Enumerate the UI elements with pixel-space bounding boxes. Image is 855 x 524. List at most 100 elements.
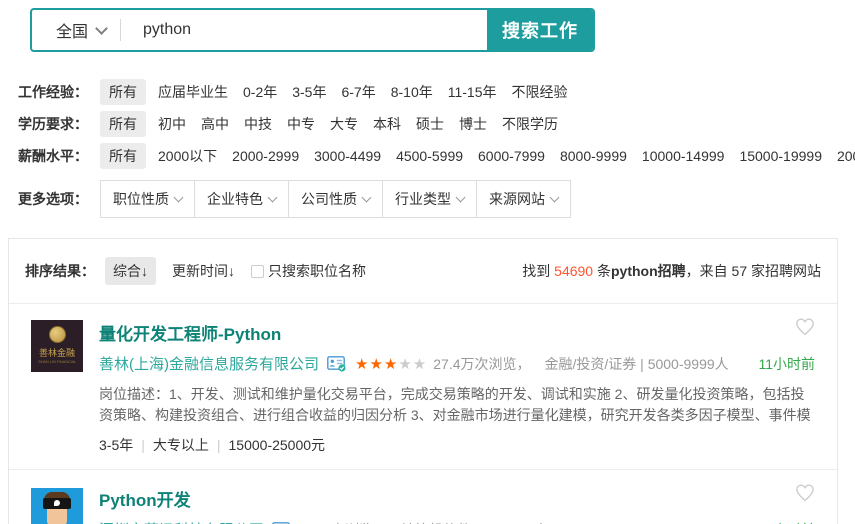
filter-option[interactable]: 不限学历 bbox=[502, 114, 558, 134]
filter-section: 工作经验： 所有 应届毕业生 0-2年 3-5年 6-7年 8-10年 11-1… bbox=[18, 80, 855, 168]
filter-option[interactable]: 本科 bbox=[373, 114, 401, 134]
dropdown-label: 行业类型 bbox=[395, 189, 451, 209]
filter-option[interactable]: 2000-2999 bbox=[232, 148, 299, 164]
filter-option[interactable]: 20000- bbox=[837, 148, 855, 164]
filter-option[interactable]: 硕士 bbox=[416, 114, 444, 134]
filter-option[interactable]: 博士 bbox=[459, 114, 487, 134]
rating-stars: ★★★★★ bbox=[355, 355, 427, 373]
result-summary-text: 找到 bbox=[522, 263, 554, 279]
result-summary: 找到 54690 条python招聘，来自 57 家招聘网站 bbox=[522, 261, 821, 281]
job-main: Python开发 深圳市藤讯科技有限公司 9123次浏览， 计算机软件 | bbox=[99, 486, 815, 524]
filter-option[interactable]: 3-5年 bbox=[292, 82, 326, 102]
chevron-down-icon bbox=[268, 193, 278, 203]
logo-text: 善林金融 bbox=[39, 346, 75, 359]
dropdown-label: 公司性质 bbox=[301, 189, 357, 209]
job-description: 岗位描述：1、开发、测试和维护量化交易平台，完成交易策略的开发、调试和实施 2、… bbox=[99, 384, 815, 426]
filter-option[interactable]: 中专 bbox=[287, 114, 315, 134]
filter-option[interactable]: 应届毕业生 bbox=[158, 82, 228, 102]
job-title-link[interactable]: Python开发 bbox=[99, 486, 191, 511]
coin-icon bbox=[49, 326, 66, 343]
sort-comprehensive-button[interactable]: 综合↓ bbox=[105, 257, 156, 285]
filter-option[interactable]: 6-7年 bbox=[341, 82, 375, 102]
filter-label: 薪酬水平： bbox=[18, 146, 88, 166]
filter-option[interactable]: 15000-19999 bbox=[739, 148, 822, 164]
search-bar: 全国 搜索工作 bbox=[30, 8, 595, 52]
dropdown-company-type[interactable]: 公司性质 bbox=[288, 180, 383, 218]
pipe-divider: | bbox=[217, 437, 221, 453]
filter-option[interactable]: 初中 bbox=[158, 114, 186, 134]
sort-update-time-button[interactable]: 更新时间↓ bbox=[172, 261, 235, 281]
view-count: 27.4万次浏览， bbox=[433, 354, 530, 374]
more-options-row: 更多选项： 职位性质 企业特色 公司性质 行业类型 来源网站 bbox=[18, 180, 855, 218]
filter-option[interactable]: 8-10年 bbox=[391, 82, 433, 102]
search-button[interactable]: 搜索工作 bbox=[487, 10, 593, 50]
location-dropdown[interactable]: 全国 bbox=[32, 10, 120, 50]
posted-time: 11小时前 bbox=[758, 520, 815, 524]
result-count: 54690 bbox=[554, 263, 593, 279]
pipe-divider: | bbox=[141, 437, 145, 453]
dropdown-job-type[interactable]: 职位性质 bbox=[100, 180, 195, 218]
company-info: 金融/投资/证券 | 5000-9999人 bbox=[545, 354, 729, 374]
logo-subtext: SHAN LIN FINANCIAL bbox=[38, 360, 76, 365]
checkbox-label: 只搜索职位名称 bbox=[268, 261, 366, 281]
job-title-link[interactable]: 量化开发工程师-Python bbox=[99, 320, 281, 345]
verified-license-icon bbox=[327, 356, 347, 372]
job-main: 量化开发工程师-Python 善林(上海)金融信息服务有限公司 ★★★★★ bbox=[99, 320, 815, 455]
chevron-down-icon bbox=[174, 193, 184, 203]
company-link[interactable]: 深圳市藤讯科技有限公司 bbox=[99, 519, 264, 524]
dropdown-label: 职位性质 bbox=[113, 189, 169, 209]
filter-option-selected[interactable]: 所有 bbox=[100, 111, 146, 137]
company-logo bbox=[31, 488, 83, 524]
vr-goggles-icon bbox=[43, 498, 71, 509]
dropdown-company-feature[interactable]: 企业特色 bbox=[194, 180, 289, 218]
dropdown-label: 来源网站 bbox=[489, 189, 545, 209]
star-filled-icon: ★★★ bbox=[355, 356, 398, 373]
search-input[interactable] bbox=[121, 10, 487, 50]
company-row: 善林(上海)金融信息服务有限公司 ★★★★★ 27.4万次浏览， 金融/投资/证… bbox=[99, 353, 815, 374]
filter-option[interactable]: 4500-5999 bbox=[396, 148, 463, 164]
company-row: 深圳市藤讯科技有限公司 9123次浏览， 计算机软件 | 100-499人 11… bbox=[99, 519, 815, 524]
favorite-heart-icon[interactable] bbox=[795, 318, 815, 336]
result-keyword: python招聘 bbox=[611, 263, 686, 279]
filter-option[interactable]: 不限经验 bbox=[512, 82, 568, 102]
company-link[interactable]: 善林(上海)金融信息服务有限公司 bbox=[99, 353, 319, 374]
chevron-down-icon bbox=[95, 22, 108, 35]
result-summary-text: ，来自 57 家招聘网站 bbox=[686, 263, 821, 279]
dropdown-industry[interactable]: 行业类型 bbox=[382, 180, 477, 218]
posted-time: 11小时前 bbox=[758, 354, 815, 374]
bird-icon bbox=[54, 500, 60, 506]
filter-option[interactable]: 3000-4499 bbox=[314, 148, 381, 164]
filter-row-education: 学历要求： 所有 初中 高中 中技 中专 大专 本科 硕士 博士 不限学历 bbox=[18, 112, 855, 136]
location-value: 全国 bbox=[56, 18, 88, 42]
job-meta: 3-5年|大专以上|15000-25000元 bbox=[99, 435, 815, 455]
job-experience: 3-5年 bbox=[99, 437, 133, 453]
job-salary: 15000-25000元 bbox=[229, 437, 326, 453]
filter-option[interactable]: 高中 bbox=[201, 114, 229, 134]
filter-row-salary: 薪酬水平： 所有 2000以下 2000-2999 3000-4499 4500… bbox=[18, 144, 855, 168]
star-empty-icon: ★★ bbox=[398, 356, 427, 373]
results-panel: 排序结果： 综合↓ 更新时间↓ 只搜索职位名称 找到 54690 条python… bbox=[8, 238, 838, 524]
filter-option[interactable]: 8000-9999 bbox=[560, 148, 627, 164]
filter-row-experience: 工作经验： 所有 应届毕业生 0-2年 3-5年 6-7年 8-10年 11-1… bbox=[18, 80, 855, 104]
job-card: 善林金融 SHAN LIN FINANCIAL 量化开发工程师-Python 善… bbox=[9, 304, 837, 470]
filter-option[interactable]: 大专 bbox=[330, 114, 358, 134]
filter-option[interactable]: 11-15年 bbox=[448, 82, 497, 102]
favorite-heart-icon[interactable] bbox=[795, 484, 815, 502]
filter-option[interactable]: 10000-14999 bbox=[642, 148, 725, 164]
view-count: 9123次浏览， bbox=[300, 520, 387, 524]
dropdown-source-site[interactable]: 来源网站 bbox=[476, 180, 571, 218]
chevron-down-icon bbox=[550, 193, 560, 203]
filter-option[interactable]: 6000-7999 bbox=[478, 148, 545, 164]
filter-option[interactable]: 2000以下 bbox=[158, 146, 217, 166]
filter-label: 学历要求： bbox=[18, 114, 88, 134]
filter-option[interactable]: 中技 bbox=[244, 114, 272, 134]
chevron-down-icon bbox=[362, 193, 372, 203]
filter-option[interactable]: 0-2年 bbox=[243, 82, 277, 102]
filter-option-selected[interactable]: 所有 bbox=[100, 79, 146, 105]
company-logo: 善林金融 SHAN LIN FINANCIAL bbox=[31, 320, 83, 372]
job-title-only-checkbox[interactable] bbox=[251, 265, 264, 278]
filter-label: 工作经验： bbox=[18, 82, 88, 102]
result-summary-text: 条 bbox=[593, 263, 611, 279]
filter-option-selected[interactable]: 所有 bbox=[100, 143, 146, 169]
job-card: Python开发 深圳市藤讯科技有限公司 9123次浏览， 计算机软件 | bbox=[9, 470, 837, 524]
